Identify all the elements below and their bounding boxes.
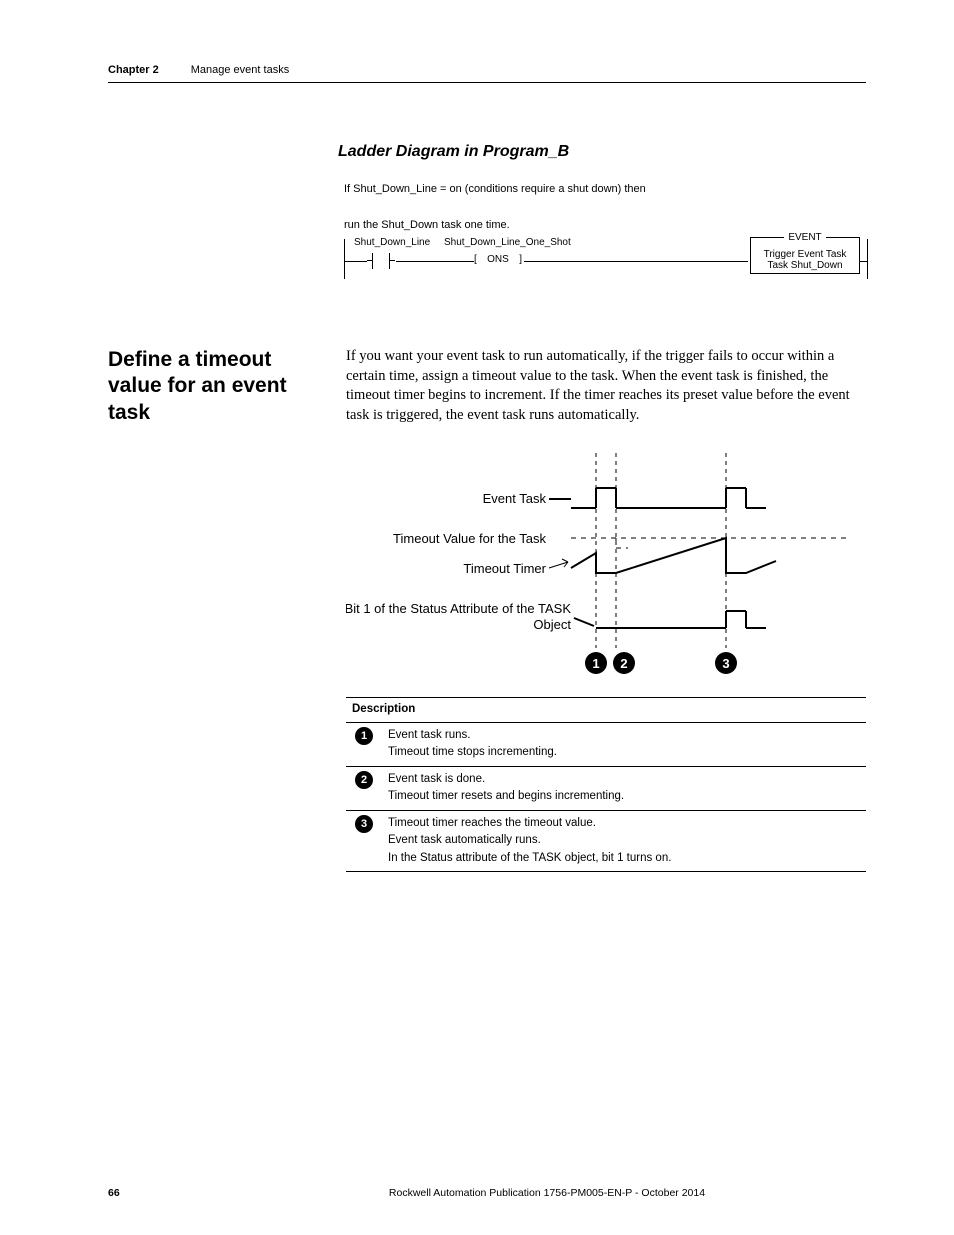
- page-number: 66: [108, 1187, 228, 1199]
- contact-tag: Shut_Down_Line: [354, 237, 430, 248]
- ons-instruction: ONS: [478, 253, 518, 269]
- ladder-condition-text: If Shut_Down_Line = on (conditions requi…: [344, 183, 866, 195]
- timing-label-status-a: Bit 1 of the Status Attribute of the TAS…: [346, 601, 571, 616]
- timing-diagram: Event Task Timeout Value for the Task Ti…: [346, 453, 866, 683]
- page-header: Chapter 2 Manage event tasks: [108, 64, 866, 83]
- svg-text:2: 2: [620, 656, 627, 671]
- section-body: If you want your event task to run autom…: [346, 347, 866, 425]
- section-heading: Define a timeout value for an event task: [108, 347, 318, 426]
- footer-text: Rockwell Automation Publication 1756-PM0…: [228, 1187, 866, 1199]
- row-number: 3: [355, 815, 373, 833]
- ladder-rung: Shut_Down_Line Shut_Down_Line_One_Shot O…: [344, 235, 868, 283]
- chapter-title: Manage event tasks: [191, 64, 289, 76]
- ladder-step-text: run the Shut_Down task one time.: [344, 219, 866, 231]
- description-table: Description 1 Event task runs. Timeout t…: [346, 697, 866, 872]
- event-box-line1: Trigger Event Task: [751, 249, 859, 260]
- timing-label-timer: Timeout Timer: [463, 561, 546, 576]
- page-footer: 66 Rockwell Automation Publication 1756-…: [108, 1187, 866, 1199]
- rail-right: [867, 239, 868, 279]
- event-box-line2: Task Shut_Down: [751, 260, 859, 271]
- contact-icon: [372, 253, 390, 269]
- section-two-column: Define a timeout value for an event task…: [108, 347, 866, 872]
- subsection-title: Ladder Diagram in Program_B: [338, 143, 866, 161]
- wire: [396, 261, 474, 262]
- timing-label-event: Event Task: [483, 491, 547, 506]
- row-number: 2: [355, 771, 373, 789]
- wire: [345, 261, 367, 262]
- wire: [860, 261, 867, 262]
- section-body-col: If you want your event task to run autom…: [346, 347, 866, 872]
- timing-label-status-b: Object: [533, 617, 571, 632]
- row-text: Event task runs.: [388, 727, 860, 745]
- row-text: Timeout time stops incrementing.: [388, 744, 860, 762]
- ladder-block: If Shut_Down_Line = on (conditions requi…: [344, 183, 866, 283]
- rail-left: [344, 239, 345, 279]
- timing-label-timeout-value: Timeout Value for the Task: [393, 531, 546, 546]
- svg-text:1: 1: [592, 656, 599, 671]
- row-text: Timeout timer reaches the timeout value.: [388, 815, 860, 833]
- row-text: In the Status attribute of the TASK obje…: [388, 850, 860, 868]
- row-text: Event task is done.: [388, 771, 860, 789]
- table-row: 3 Timeout timer reaches the timeout valu…: [346, 810, 866, 872]
- row-number: 1: [355, 727, 373, 745]
- chapter-label: Chapter 2: [108, 64, 159, 76]
- ons-tag: Shut_Down_Line_One_Shot: [444, 237, 571, 248]
- table-row: 1 Event task runs. Timeout time stops in…: [346, 722, 866, 766]
- row-text: Timeout timer resets and begins incremen…: [388, 788, 860, 806]
- svg-text:3: 3: [722, 656, 729, 671]
- wire: [524, 261, 748, 262]
- row-text: Event task automatically runs.: [388, 832, 860, 850]
- event-instruction-box: EVENT Trigger Event Task Task Shut_Down: [750, 237, 860, 274]
- event-box-title: EVENT: [784, 232, 825, 243]
- section-heading-col: Define a timeout value for an event task: [108, 347, 318, 872]
- table-row: 2 Event task is done. Timeout timer rese…: [346, 766, 866, 810]
- table-header: Description: [346, 698, 866, 723]
